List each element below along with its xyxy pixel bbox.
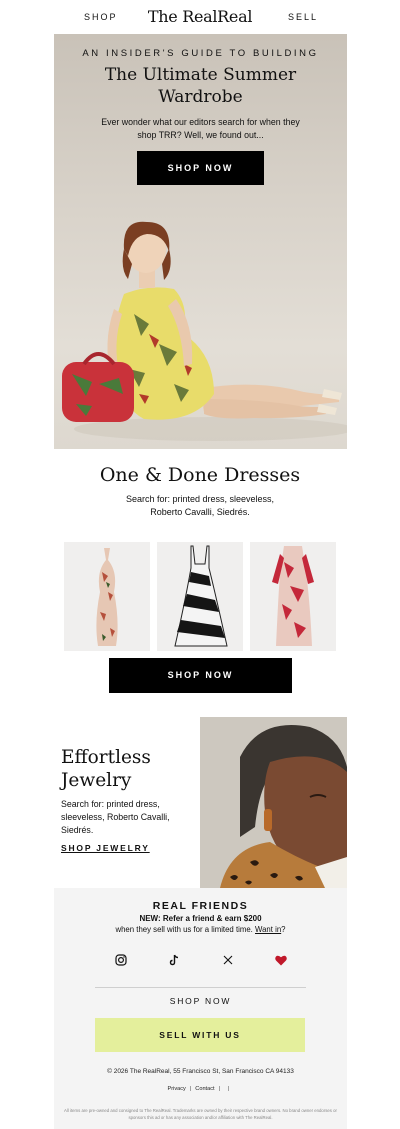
privacy-link[interactable]: Privacy — [168, 1086, 186, 1092]
jewelry-title-line2: Jewelry — [61, 770, 132, 791]
jewelry-title: Effortless Jewelry — [61, 746, 151, 792]
footer-shop-now-link[interactable]: SHOP NOW — [54, 996, 347, 1006]
refer-headline: NEW: Refer a friend & earn $200 — [139, 914, 262, 923]
hero-title-line2: Wardrobe — [158, 87, 243, 107]
legal-disclaimer: All items are pre-owned and consigned to… — [64, 1108, 337, 1120]
product-card[interactable] — [64, 542, 150, 651]
dress-image-printed-halter[interactable] — [64, 542, 150, 651]
heart-icon[interactable] — [273, 952, 289, 968]
hero-shop-now-button[interactable]: SHOP NOW — [137, 151, 264, 185]
footer: REAL FRIENDS NEW: Refer a friend & earn … — [54, 888, 347, 1129]
dress-image-red-print-gown[interactable] — [250, 542, 336, 651]
jewelry-subtitle: Search for: printed dress, sleeveless, R… — [61, 799, 170, 835]
product-card[interactable] — [157, 542, 243, 651]
hero-subtitle: Ever wonder what our editors search for … — [101, 117, 300, 140]
real-friends-title: REAL FRIENDS — [152, 900, 249, 912]
hero-title: The Ultimate Summer Wardrobe — [54, 64, 347, 108]
link-separator: | — [228, 1086, 230, 1092]
dresses-shop-now-button[interactable]: SHOP NOW — [109, 658, 292, 693]
hero-title-line1: The Ultimate Summer — [104, 65, 297, 85]
hero-eyebrow: AN INSIDER'S GUIDE TO BUILDING — [82, 48, 319, 59]
tiktok-icon[interactable] — [166, 952, 182, 968]
refer-subline: when they sell with us for a limited tim… — [54, 925, 347, 934]
footer-divider — [95, 987, 306, 988]
dresses-subtitle: Search for: printed dress, sleeveless, R… — [125, 494, 275, 517]
product-card[interactable] — [250, 542, 336, 651]
link-separator: | — [218, 1086, 221, 1092]
logo[interactable]: The RealReal — [0, 7, 400, 26]
dresses-title: One & Done Dresses — [99, 464, 301, 486]
hero-banner: AN INSIDER'S GUIDE TO BUILDING The Ultim… — [54, 34, 347, 449]
instagram-icon[interactable] — [113, 952, 129, 968]
dress-image-black-white-slip[interactable] — [157, 542, 243, 651]
link-separator: | — [189, 1086, 192, 1092]
footer-links: Privacy | Contact | | — [54, 1086, 347, 1092]
nav-sell-link[interactable]: SELL — [288, 12, 318, 22]
sell-with-us-button[interactable]: SELL WITH US — [95, 1018, 305, 1052]
jewelry-title-line1: Effortless — [61, 747, 151, 768]
want-in-link[interactable]: Want in — [255, 925, 281, 934]
jewelry-model-image[interactable] — [200, 717, 347, 888]
contact-link[interactable]: Contact — [195, 1086, 214, 1092]
shop-jewelry-link[interactable]: SHOP JEWELRY — [61, 843, 150, 853]
x-icon[interactable] — [220, 952, 236, 968]
want-in-suffix: ? — [281, 925, 286, 934]
top-nav: SHOP The RealReal SELL — [0, 0, 400, 34]
refer-subline-text: when they sell with us for a limited tim… — [115, 925, 253, 934]
hero-model-image[interactable] — [54, 194, 347, 449]
copyright: © 2026 The RealReal, 55 Francisco St, Sa… — [107, 1068, 294, 1075]
